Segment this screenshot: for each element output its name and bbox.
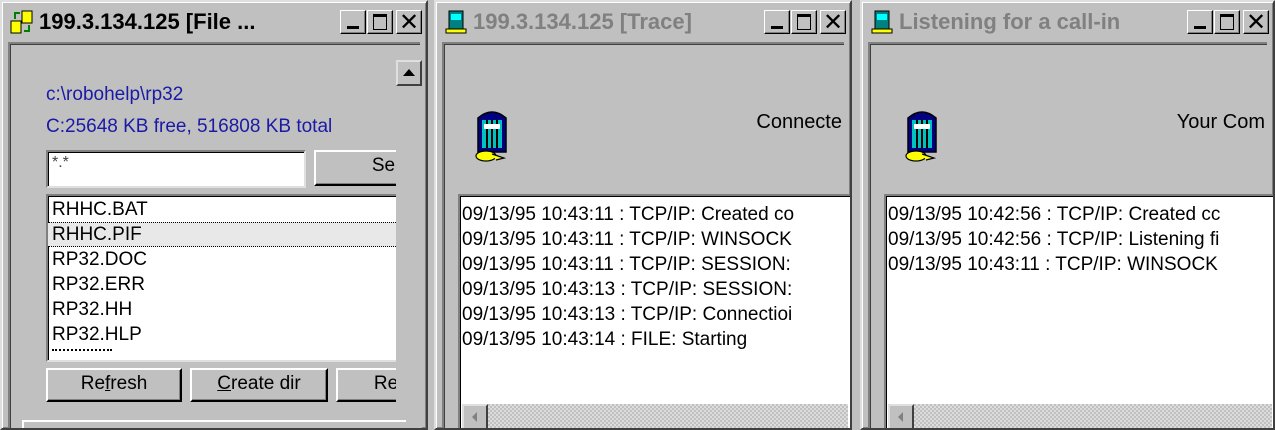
file-list-item-selected[interactable]: RHHC.PIF [48,222,400,247]
listen-maximize-button[interactable] [1214,10,1240,34]
listen-minimize-button[interactable] [1187,10,1213,34]
create-dir-hotkey: C [217,373,232,394]
log-line: 09/13/95 10:43:11 : TCP/IP: WINSOCK [888,254,1218,275]
trace-window-titlebar[interactable]: 199.3.134.125 [Trace] ✕ [439,5,847,39]
listen-window-client: Your Com 09/13/95 10:42:56 : TCP/IP: Cre… [868,42,1273,428]
close-icon: ✕ [1245,8,1267,36]
file-list-item-partial [52,349,112,357]
remote-connect-icon [475,111,507,162]
refresh-label-a: Re [80,373,106,394]
log-line: 09/13/95 10:43:11 : TCP/IP: WINSOCK [462,229,792,250]
log-line: 09/13/95 10:43:11 : TCP/IP: SESSION: [462,254,791,275]
listen-horizontal-scrollbar[interactable] [888,404,1272,428]
log-line: 09/13/95 10:43:11 : TCP/IP: Created co [462,204,795,225]
minimize-icon [1194,26,1206,29]
minimize-icon [347,26,359,29]
file-maximize-button[interactable] [367,10,393,34]
scroll-up-arrow-icon [403,69,415,76]
close-icon: ✕ [398,8,420,36]
listen-log[interactable]: 09/13/95 10:42:56 : TCP/IP: Created cc 0… [884,194,1273,428]
minimize-icon [771,26,783,29]
file-minimize-button[interactable] [340,10,366,34]
maximize-icon [1220,14,1234,30]
filter-input[interactable]: *.* [46,150,306,188]
scroll-left-button[interactable] [888,404,914,428]
file-transfer-icon [10,10,33,34]
log-line: 09/13/95 10:43:14 : FILE: Starting [462,329,748,350]
scroll-left-button[interactable] [462,404,488,428]
disk-info: C:25648 KB free, 516808 KB total [46,116,333,137]
file-list-item[interactable]: RHHC.BAT [48,197,400,222]
create-dir-button[interactable]: Create dir [190,368,328,402]
trace-window-title: 199.3.134.125 [Trace] [473,9,692,34]
filter-value: *.* [52,154,69,171]
vertical-scrollbar[interactable] [396,60,422,428]
create-dir-label: reate dir [231,373,301,394]
maximize-icon [373,14,387,30]
close-icon: ✕ [822,8,844,36]
trace-window: 199.3.134.125 [Trace] ✕ Connecte 09/13/9… [434,0,852,430]
log-line: 09/13/95 10:43:13 : TCP/IP: Connectioi [462,304,793,325]
file-list[interactable]: RHHC.BAT RHHC.PIF RP32.DOC RP32.ERR RP32… [46,194,402,362]
file-window-title: 199.3.134.125 [File ... [39,9,256,34]
trace-close-button[interactable]: ✕ [820,8,846,36]
listen-status-text: Your Com [1176,111,1265,133]
file-list-item[interactable]: RP32.HH [48,297,400,322]
modem-phone-icon [871,10,893,34]
log-line: 09/13/95 10:42:56 : TCP/IP: Created cc [888,204,1221,225]
scroll-left-arrow-icon [472,412,477,422]
modem-phone-icon [445,10,467,34]
refresh-button[interactable]: Refresh [46,368,182,402]
file-window-titlebar[interactable]: 199.3.134.125 [File ... ✕ [5,5,423,39]
file-lower-panel [22,420,406,428]
file-list-item[interactable]: RP32.HLP [48,322,400,347]
maximize-icon [797,14,811,30]
refresh-label-b: resh [110,373,148,394]
log-line: 09/13/95 10:43:13 : TCP/IP: SESSION: [462,279,793,300]
trace-status-text: Connecte [756,111,842,133]
listen-close-button[interactable]: ✕ [1243,8,1269,36]
listen-window-title: Listening for a call-in [899,9,1121,34]
file-window-client: c:\robohelp\rp32 C:25648 KB free, 516808… [8,42,422,428]
trace-maximize-button[interactable] [791,10,817,34]
remote-connect-icon [905,111,937,162]
listen-window: Listening for a call-in ✕ Your Com 09/13… [860,0,1275,430]
file-list-item[interactable]: RP32.ERR [48,272,400,297]
scroll-left-arrow-icon [898,412,903,422]
trace-horizontal-scrollbar[interactable] [462,404,848,428]
listen-window-titlebar[interactable]: Listening for a call-in ✕ [865,5,1270,39]
log-line: 09/13/95 10:42:56 : TCP/IP: Listening fi [888,229,1220,250]
trace-log[interactable]: 09/13/95 10:43:11 : TCP/IP: Created co 0… [458,194,850,428]
file-window: 199.3.134.125 [File ... ✕ c:\robohelp\rp… [0,0,428,430]
file-list-item[interactable]: RP32.DOC [48,247,400,272]
file-close-button[interactable]: ✕ [396,8,422,36]
trace-minimize-button[interactable] [764,10,790,34]
trace-window-client: Connecte 09/13/95 10:43:11 : TCP/IP: Cre… [442,42,850,428]
scroll-up-button[interactable] [396,60,422,86]
file-path: c:\robohelp\rp32 [46,84,184,105]
